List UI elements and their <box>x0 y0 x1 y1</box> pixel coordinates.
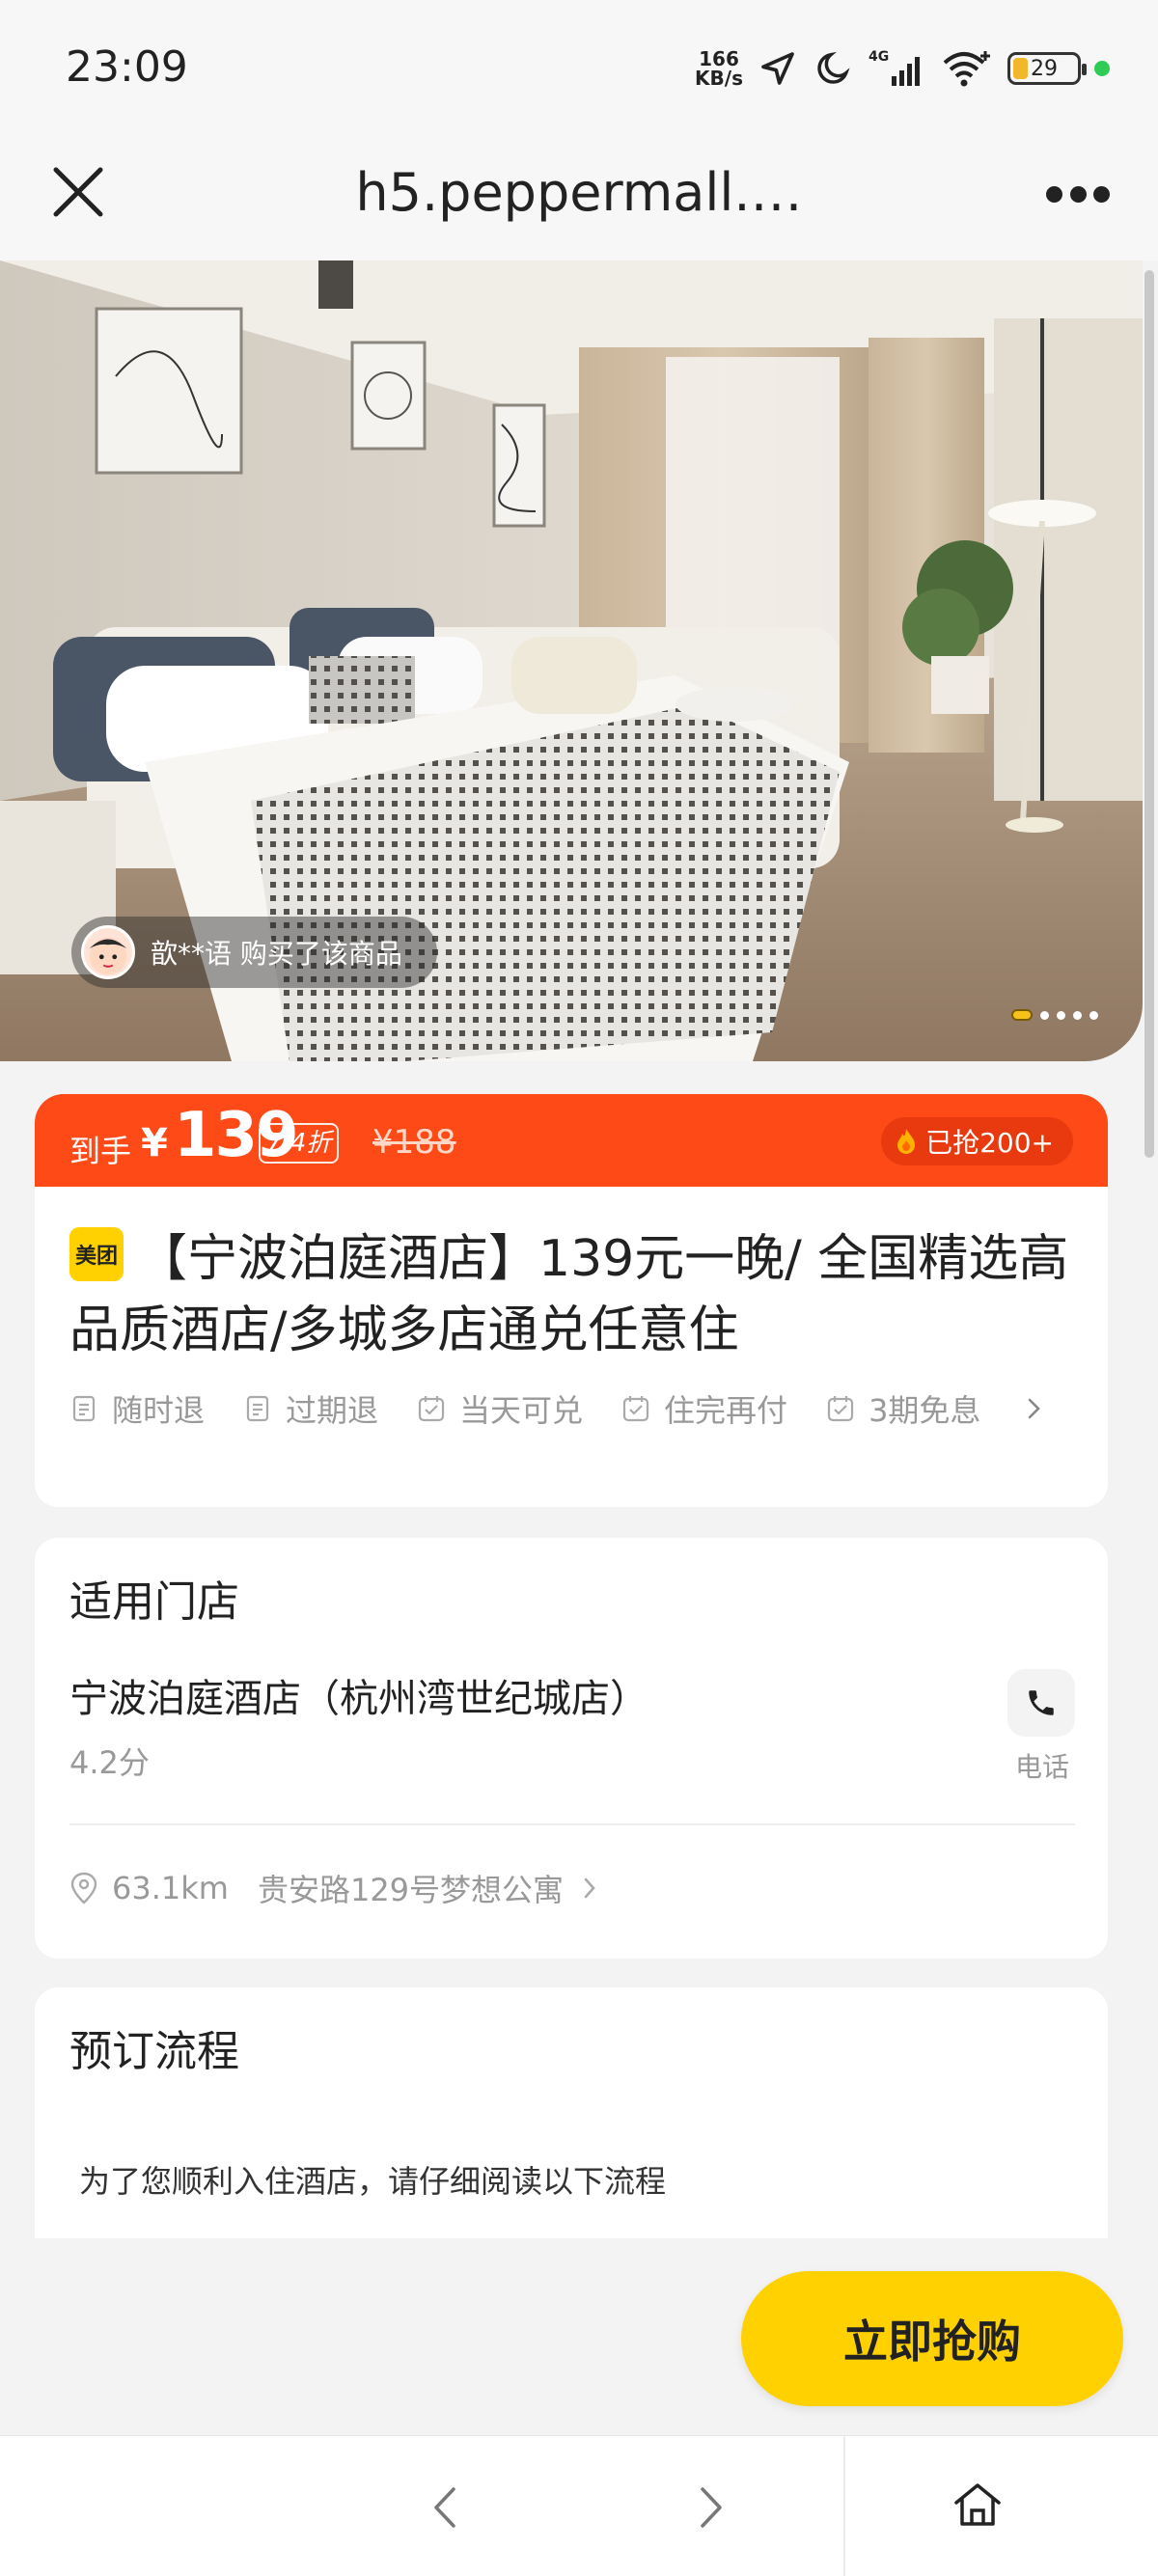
status-icons: 166 KB/s 4G 29 <box>695 44 1110 93</box>
booking-process-card: 预订流程 为了您顺利入住酒店，请仔细阅读以下流程 <box>35 1987 1108 2238</box>
booking-section-title: 预订流程 <box>69 2027 239 2076</box>
sold-count-badge: 已抢200+ <box>881 1117 1073 1165</box>
tag-installment: 3期免息 <box>826 1385 980 1432</box>
chevron-right-icon <box>1029 1398 1041 1419</box>
location-pin-icon <box>70 1872 97 1905</box>
price-currency: ¥ <box>141 1121 168 1165</box>
fire-icon <box>897 1129 916 1154</box>
tag-pay-after: 住完再付 <box>621 1385 787 1432</box>
page-scrollbar[interactable] <box>1144 270 1154 1158</box>
carousel-dot <box>1057 1010 1065 1020</box>
more-button[interactable] <box>1046 179 1110 208</box>
moon-icon <box>813 47 855 90</box>
service-tags: 随时退 过期退 当天可兑 住完再付 3期免息 <box>69 1385 1092 1432</box>
buyer-text: 歆**语 购买了该商品 <box>151 938 402 970</box>
price-prefix: 到手 <box>69 1133 132 1169</box>
calendar-check-icon <box>827 1396 854 1422</box>
divider <box>69 1823 1075 1825</box>
back-button[interactable] <box>417 2479 475 2536</box>
forward-button[interactable] <box>681 2479 739 2536</box>
store-rating: 4.2分 <box>69 1744 150 1781</box>
phone-icon <box>1029 1690 1054 1715</box>
calendar-check-icon <box>418 1396 445 1422</box>
product-title: 【宁波泊庭酒店】139元一晚/ 全国精选高品质酒店/多城多店通兑任意住 <box>69 1230 1069 1359</box>
store-card: 适用门店 宁波泊庭酒店（杭州湾世纪城店） 4.2分 电话 63.1km 贵安路1… <box>35 1538 1108 1959</box>
product-info-card: 美团 【宁波泊庭酒店】139元一晚/ 全国精选高品质酒店/多城多店通兑任意住 随… <box>35 1187 1108 1507</box>
wifi-icon <box>940 47 994 90</box>
buyer-notification: 歆**语 购买了该商品 <box>71 917 437 988</box>
nav-separator <box>843 2436 845 2576</box>
home-button[interactable] <box>946 2473 1009 2536</box>
carousel-dot <box>1073 1010 1082 1020</box>
battery-icon: 29 <box>1007 52 1087 85</box>
signal-icon: 4G <box>868 47 926 90</box>
browser-bar: h5.peppermall.… <box>0 135 1158 260</box>
tags-expand-button[interactable] <box>1019 1385 1048 1432</box>
carousel-dot <box>1040 1010 1049 1020</box>
tag-refund-anytime: 随时退 <box>69 1385 205 1432</box>
back-arrow-icon <box>434 2487 455 2528</box>
store-section-title: 适用门店 <box>69 1577 239 1627</box>
buy-now-button[interactable]: 立即抢购 <box>741 2271 1123 2406</box>
browser-bottom-nav <box>0 2435 1158 2576</box>
document-icon <box>246 1395 269 1422</box>
svg-text:4G: 4G <box>868 49 889 65</box>
store-name[interactable]: 宁波泊庭酒店（杭州湾世纪城店） <box>69 1667 648 1723</box>
forward-arrow-icon <box>701 2487 722 2528</box>
phone-button[interactable] <box>1007 1669 1075 1737</box>
original-price: ¥188 <box>372 1123 456 1162</box>
buyer-avatar <box>81 925 135 979</box>
discount-badge: 7.4折 <box>259 1123 340 1164</box>
booking-note: 为了您顺利入住酒店，请仔细阅读以下流程 <box>79 2163 667 2200</box>
store-distance: 63.1km <box>112 1870 229 1906</box>
phone-label: 电话 <box>1014 1751 1069 1783</box>
network-speed: 166 KB/s <box>695 47 743 90</box>
store-address-row[interactable]: 63.1km 贵安路129号梦想公寓 <box>69 1866 602 1910</box>
more-icon <box>1046 185 1062 203</box>
tag-same-day: 当天可兑 <box>417 1385 583 1432</box>
location-arrow-icon <box>757 47 799 90</box>
tag-expired-refund: 过期退 <box>243 1385 378 1432</box>
calendar-check-icon <box>622 1396 649 1422</box>
carousel-indicator <box>1011 1009 1098 1021</box>
carousel-dot <box>1089 1010 1098 1020</box>
carousel-dot-active <box>1011 1009 1033 1021</box>
chevron-right-icon <box>584 1877 595 1899</box>
status-bar: 23:09 166 KB/s 4G 29 <box>0 0 1158 135</box>
status-time: 23:09 <box>66 42 188 92</box>
page-url: h5.peppermall.… <box>355 162 803 223</box>
price-banner: 到手 ¥ 139 7.4折 ¥188 已抢200+ <box>35 1094 1108 1187</box>
store-address: 贵安路129号梦想公寓 <box>257 1872 565 1908</box>
privacy-indicator <box>1094 61 1110 76</box>
document-icon <box>72 1395 96 1422</box>
home-icon <box>954 2483 1001 2526</box>
